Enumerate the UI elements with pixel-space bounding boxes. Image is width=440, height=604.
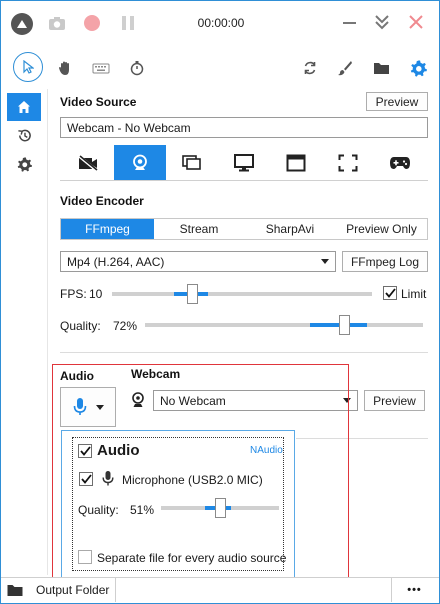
- tab-preview-only[interactable]: Preview Only: [336, 219, 427, 239]
- chevron-down-icon: [321, 259, 329, 264]
- refresh-icon[interactable]: [299, 57, 321, 79]
- source-fullscreen-window-button[interactable]: [270, 145, 322, 180]
- home-icon: [18, 101, 30, 113]
- minimize-icon[interactable]: [338, 12, 360, 34]
- cursor-icon: [23, 60, 34, 74]
- limit-checkbox[interactable]: [383, 286, 397, 300]
- video-encoder-title: Video Encoder: [60, 194, 144, 208]
- webcam-select[interactable]: No Webcam: [153, 390, 358, 411]
- title-bar: 00:00:00: [1, 1, 439, 45]
- codec-select[interactable]: Mp4 (H.264, AAC): [60, 251, 336, 272]
- tab-stream[interactable]: Stream: [154, 219, 244, 239]
- hand-icon[interactable]: [54, 57, 76, 79]
- fps-value: 10: [89, 287, 103, 301]
- codec-value: Mp4 (H.264, AAC): [67, 254, 165, 269]
- check-icon: [79, 446, 91, 456]
- sidebar-divider: [47, 89, 48, 575]
- windows-icon: [182, 154, 201, 170]
- source-no-video-button[interactable]: [62, 145, 114, 180]
- chevron-down-icon: [96, 404, 104, 410]
- sidebar-item-home[interactable]: [7, 93, 41, 121]
- collapse-icon[interactable]: [371, 11, 393, 33]
- webcam-icon: [131, 392, 147, 408]
- app-menu-icon[interactable]: [11, 13, 33, 35]
- screenshot-icon[interactable]: [46, 12, 68, 34]
- separate-file-label: Separate file for every audio source: [97, 551, 287, 565]
- video-quality-label: Quality:: [60, 319, 101, 333]
- divider: [60, 352, 428, 353]
- source-webcam-button[interactable]: [114, 145, 166, 180]
- microphone-device-label: Microphone (USB2.0 MIC): [122, 473, 263, 487]
- close-icon[interactable]: [405, 11, 427, 33]
- check-icon: [80, 474, 92, 484]
- microphone-icon: [73, 398, 87, 415]
- sidebar-item-history[interactable]: [7, 121, 41, 149]
- folder-icon: [7, 585, 23, 596]
- elapsed-timer: 00:00:00: [197, 16, 245, 30]
- fps-label: FPS:: [60, 287, 87, 301]
- audio-quality-slider[interactable]: [161, 498, 279, 518]
- audio-sources-dropdown[interactable]: [60, 387, 116, 427]
- microphone-checkbox[interactable]: [79, 472, 93, 486]
- separate-file-checkbox[interactable]: [78, 550, 92, 564]
- sidebar: [1, 89, 47, 575]
- video-off-icon: [78, 154, 98, 171]
- video-source-field[interactable]: Webcam - No Webcam: [60, 117, 428, 138]
- divider: [296, 438, 428, 439]
- audio-quality-value: 51%: [130, 503, 155, 517]
- history-icon: [17, 129, 31, 141]
- check-icon: [384, 288, 396, 298]
- monitor-icon: [234, 153, 254, 171]
- video-quality-slider-thumb[interactable]: [339, 315, 350, 335]
- sidebar-item-settings[interactable]: [7, 150, 41, 178]
- microphone-device-icon: [102, 470, 114, 488]
- source-region-button[interactable]: [322, 145, 374, 180]
- bottom-bar: Output Folder •••: [1, 577, 439, 603]
- folder-icon[interactable]: [370, 57, 392, 79]
- tab-sharpavi[interactable]: SharpAvi: [244, 219, 336, 239]
- webcam-title: Webcam: [131, 367, 181, 381]
- ffmpeg-log-button[interactable]: FFmpeg Log: [342, 251, 428, 272]
- audio-provider-label: NAudio: [250, 445, 283, 456]
- video-source-preview-button[interactable]: Preview: [366, 92, 428, 111]
- toolbar: [1, 45, 439, 89]
- settings-gear-icon[interactable]: [406, 56, 430, 80]
- more-options-button[interactable]: •••: [391, 578, 437, 602]
- audio-quality-slider-thumb[interactable]: [215, 498, 226, 518]
- region-icon: [338, 154, 358, 171]
- window-frame-icon: [286, 154, 306, 171]
- brush-icon[interactable]: [334, 57, 356, 79]
- audio-enabled-checkbox[interactable]: [78, 444, 92, 458]
- source-game-button[interactable]: [374, 145, 426, 180]
- timer-icon[interactable]: [126, 57, 148, 79]
- audio-title: Audio: [60, 369, 94, 383]
- audio-quality-label: Quality:: [78, 503, 119, 517]
- video-quality-slider[interactable]: [145, 315, 423, 335]
- webcam-selected-value: No Webcam: [160, 393, 226, 408]
- source-screen-button[interactable]: [218, 145, 270, 180]
- encoder-tabs: FFmpeg Stream SharpAvi Preview Only: [60, 218, 428, 240]
- record-icon[interactable]: [81, 12, 103, 34]
- limit-label: Limit: [401, 287, 427, 301]
- pointer-tool-button[interactable]: [13, 52, 43, 82]
- gamepad-icon: [390, 156, 410, 169]
- fps-slider-thumb[interactable]: [187, 284, 198, 304]
- tab-ffmpeg[interactable]: FFmpeg: [61, 219, 154, 239]
- chevron-down-icon: [343, 398, 351, 403]
- output-folder-button[interactable]: Output Folder: [6, 578, 116, 602]
- audio-popup-header: Audio: [97, 442, 140, 459]
- source-window-button[interactable]: [166, 145, 218, 180]
- video-source-title: Video Source: [60, 95, 137, 109]
- fps-slider[interactable]: [112, 284, 372, 304]
- video-source-selector: [60, 145, 428, 181]
- pause-icon[interactable]: [117, 12, 139, 34]
- video-quality-value: 72%: [113, 319, 138, 333]
- gear-icon: [17, 156, 32, 172]
- output-folder-label: Output Folder: [36, 583, 110, 597]
- keyboard-icon[interactable]: [90, 57, 112, 79]
- webcam-icon: [133, 154, 147, 170]
- webcam-preview-button[interactable]: Preview: [364, 390, 425, 411]
